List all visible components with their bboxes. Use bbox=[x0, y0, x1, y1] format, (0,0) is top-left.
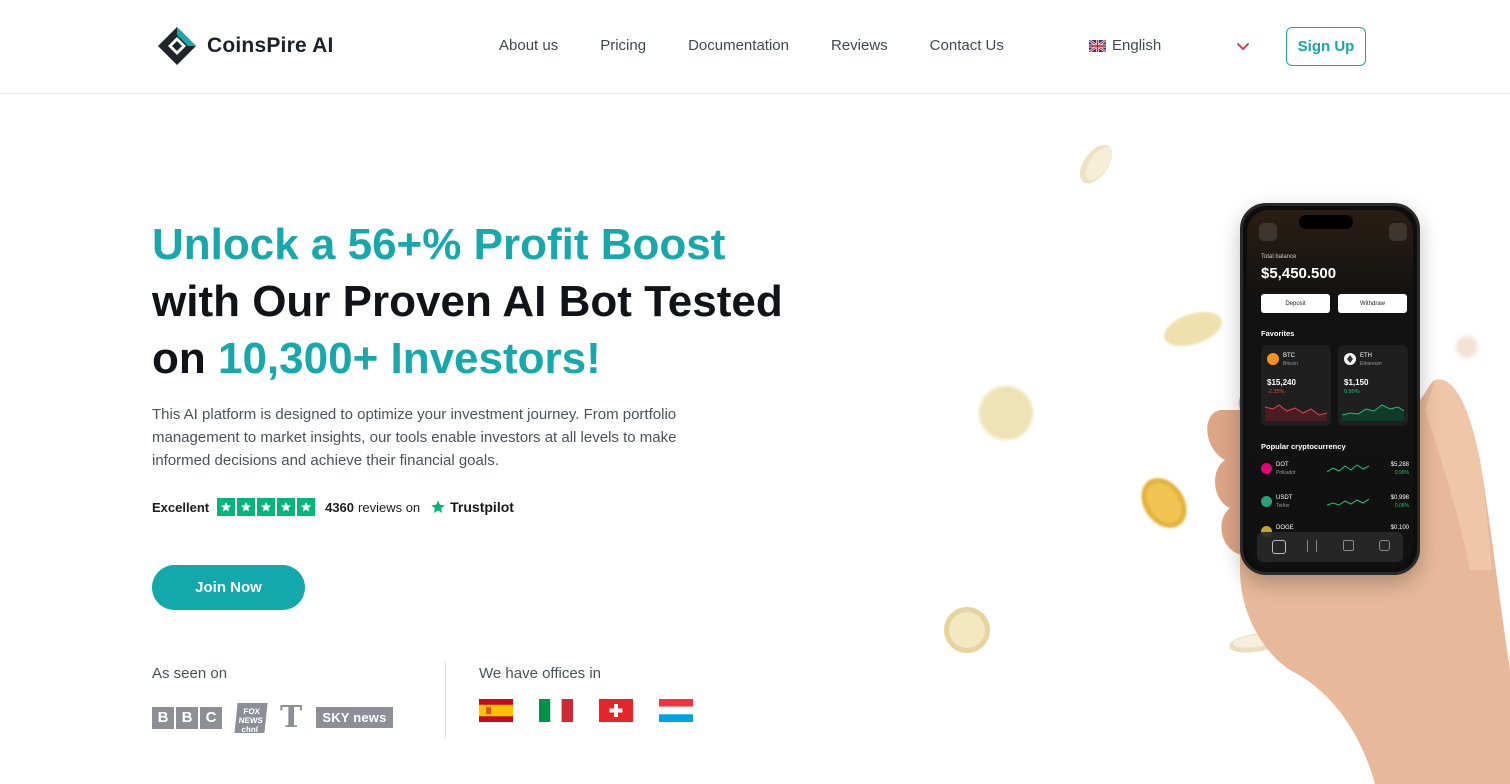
deposit-button: Deposit bbox=[1261, 294, 1330, 313]
dot-name: Polkadot bbox=[1276, 470, 1296, 476]
phone-device: Total balance $5,450.500 Deposit Withdra… bbox=[1240, 203, 1420, 575]
eth-symbol: ETH bbox=[1360, 353, 1372, 359]
hero-title: Unlock a 56+% Profit Boost with Our Prov… bbox=[152, 216, 852, 387]
nav-reviews[interactable]: Reviews bbox=[831, 37, 888, 54]
btc-symbol: BTC bbox=[1283, 353, 1295, 359]
hero-title-line2: with Our Proven AI Bot Tested bbox=[152, 277, 783, 326]
star-icon bbox=[277, 498, 296, 516]
btc-sparkline bbox=[1265, 404, 1327, 421]
bitcoin-icon bbox=[1267, 353, 1279, 365]
star-icon bbox=[217, 498, 236, 516]
eth-card: ETH Ethereum $1,150 0.99% bbox=[1338, 345, 1408, 426]
language-selector[interactable]: English bbox=[1089, 37, 1161, 54]
star-icon bbox=[257, 498, 276, 516]
brand-logo[interactable]: CoinsPire AI bbox=[157, 26, 333, 66]
main-nav: About us Pricing Documentation Reviews C… bbox=[499, 37, 1046, 54]
section-divider bbox=[445, 662, 446, 738]
eth-price: $1,150 bbox=[1344, 378, 1369, 387]
brand-logo-icon bbox=[158, 27, 196, 65]
trustpilot-star-icon bbox=[431, 500, 445, 513]
uk-flag-icon bbox=[1089, 39, 1106, 52]
nav-pricing[interactable]: Pricing bbox=[600, 37, 646, 54]
withdraw-button: Withdraw bbox=[1338, 294, 1407, 313]
usdt-name: Tether bbox=[1276, 503, 1290, 509]
coin-decoration bbox=[979, 386, 1033, 440]
btc-price: $15,240 bbox=[1267, 378, 1296, 387]
crypto-row-dot: DOT Polkadot $5,288 0.99% bbox=[1261, 460, 1409, 482]
phone-tab-bar bbox=[1257, 532, 1403, 562]
reviews-on-text: reviews on bbox=[358, 499, 421, 515]
coin-decoration bbox=[1080, 144, 1112, 184]
nav-documentation[interactable]: Documentation bbox=[688, 37, 789, 54]
wallet-tab-icon bbox=[1379, 540, 1390, 551]
dot-price: $5,288 bbox=[1390, 462, 1409, 468]
eth-change: 0.99% bbox=[1344, 389, 1360, 395]
italy-flag bbox=[539, 699, 573, 722]
star-icon bbox=[297, 498, 316, 516]
sky-news-logo: SKY news bbox=[316, 707, 393, 728]
phone-screen: Total balance $5,450.500 Deposit Withdra… bbox=[1247, 210, 1413, 568]
eth-name: Ethereum bbox=[1360, 361, 1382, 367]
usdt-price: $0,998 bbox=[1390, 495, 1409, 501]
sign-up-button[interactable]: Sign Up bbox=[1286, 27, 1366, 66]
hero-description: This AI platform is designed to optimize… bbox=[152, 406, 677, 469]
phone-illustration: Total balance $5,450.500 Deposit Withdra… bbox=[1180, 200, 1510, 784]
usdt-symbol: USDT bbox=[1276, 495, 1293, 501]
review-count: 4360 bbox=[325, 499, 355, 515]
profile-icon bbox=[1259, 223, 1277, 241]
hero-title-line3-accent: 10,300+ Investors! bbox=[217, 334, 601, 383]
rating-stars bbox=[217, 498, 316, 516]
brand-name: CoinsPire AI bbox=[207, 34, 334, 57]
ethereum-icon bbox=[1344, 353, 1356, 365]
trustpilot-logo[interactable]: Trustpilot bbox=[430, 499, 514, 515]
luxembourg-flag bbox=[659, 699, 693, 722]
fox-news-logo: FOX NEWS chnl bbox=[234, 702, 268, 734]
stats-tab-icon bbox=[1307, 540, 1317, 552]
join-now-button[interactable]: Join Now bbox=[152, 565, 305, 610]
trustpilot-name: Trustpilot bbox=[450, 499, 514, 515]
dot-sparkline bbox=[1327, 464, 1369, 473]
hero-title-line1: Unlock a 56+% Profit Boost bbox=[152, 220, 726, 269]
trustpilot-rating: Excellent 4360 reviews on Trustpilot bbox=[152, 498, 514, 516]
polkadot-icon bbox=[1261, 463, 1272, 474]
coin-decoration bbox=[944, 607, 990, 653]
as-seen-on-label: As seen on bbox=[152, 665, 228, 682]
btc-change: -2.35% bbox=[1267, 389, 1285, 395]
phone-notch bbox=[1299, 215, 1353, 229]
btc-card: BTC Bitcoin $15,240 -2.35% bbox=[1261, 345, 1331, 426]
balance-value: $5,450.500 bbox=[1261, 265, 1337, 282]
search-tab-icon bbox=[1343, 540, 1354, 551]
nav-about-us[interactable]: About us bbox=[499, 37, 558, 54]
switzerland-flag bbox=[599, 699, 633, 722]
offices-label: We have offices in bbox=[479, 665, 602, 682]
bbc-logo: BBC bbox=[152, 706, 222, 729]
chevron-down-icon[interactable] bbox=[1235, 38, 1251, 54]
usdt-change: 0.06% bbox=[1394, 503, 1409, 509]
crypto-row-usdt: USDT Tether $0,998 0.06% bbox=[1261, 493, 1409, 515]
total-balance-label: Total balance bbox=[1261, 254, 1297, 260]
tether-icon bbox=[1261, 496, 1272, 507]
star-icon bbox=[237, 498, 256, 516]
dot-symbol: DOT bbox=[1276, 462, 1289, 468]
favorites-heading: Favorites bbox=[1261, 329, 1295, 338]
media-logos: BBC FOX NEWS chnl T SKY news bbox=[152, 700, 393, 735]
times-logo: T bbox=[280, 700, 303, 735]
nav-contact-us[interactable]: Contact Us bbox=[930, 37, 1004, 54]
doge-symbol: DOGE bbox=[1276, 525, 1294, 531]
office-flags bbox=[479, 699, 693, 722]
rating-label: Excellent bbox=[152, 499, 210, 515]
hero-title-line3-prefix: on bbox=[152, 334, 218, 383]
dot-change: 0.99% bbox=[1394, 470, 1409, 476]
doge-price: $0,100 bbox=[1390, 525, 1409, 531]
eth-sparkline bbox=[1342, 404, 1404, 421]
language-label: English bbox=[1112, 37, 1162, 54]
popular-heading: Popular cryptocurrency bbox=[1261, 442, 1346, 451]
home-tab-icon bbox=[1272, 540, 1286, 554]
btc-name: Bitcoin bbox=[1283, 361, 1299, 367]
site-header: CoinsPire AI About us Pricing Documentat… bbox=[0, 0, 1510, 94]
spain-flag bbox=[479, 699, 513, 722]
bell-icon bbox=[1389, 223, 1407, 241]
usdt-sparkline bbox=[1327, 498, 1369, 506]
